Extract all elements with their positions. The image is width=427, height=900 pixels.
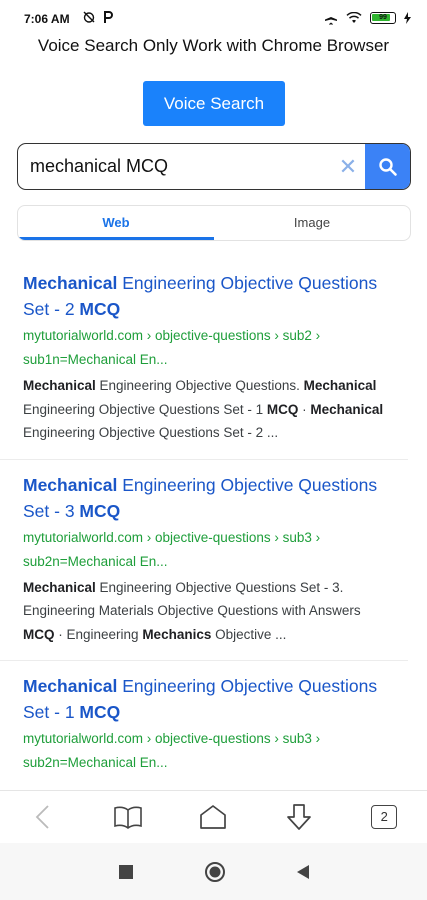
p-app-icon	[104, 11, 113, 23]
wifi-icon	[346, 12, 362, 23]
system-nav-bar	[0, 843, 427, 900]
search-input[interactable]: mechanical MCQ	[18, 156, 331, 177]
result-url[interactable]: mytutorialworld.com › objective-question…	[23, 727, 386, 775]
bookmarks-icon[interactable]	[108, 797, 148, 837]
home-circle-icon[interactable]	[204, 861, 226, 883]
alarm-off-icon	[83, 11, 95, 23]
result-item: Mechanical Engineering Objective Questio…	[0, 460, 408, 661]
result-title[interactable]: Mechanical Engineering Objective Questio…	[23, 472, 386, 524]
result-snippet: Mechanical Engineering Objective Questio…	[23, 378, 384, 440]
back-icon[interactable]	[23, 797, 63, 837]
results-list: Mechanical Engineering Objective Questio…	[0, 258, 427, 788]
result-url[interactable]: mytutorialworld.com › objective-question…	[23, 526, 386, 574]
charging-icon	[404, 12, 411, 24]
result-title[interactable]: Mechanical Engineering Objective Questio…	[23, 673, 386, 725]
result-url[interactable]: mytutorialworld.com › objective-question…	[23, 324, 386, 372]
tab-count: 2	[371, 804, 398, 829]
download-icon[interactable]	[279, 797, 319, 837]
clear-icon[interactable]: ✕	[331, 154, 365, 180]
battery-icon: 99	[370, 12, 396, 24]
browser-bottom-nav: 2	[0, 790, 427, 842]
tab-web[interactable]: Web	[18, 206, 214, 240]
back-triangle-icon[interactable]	[296, 864, 310, 880]
airplane-icon	[325, 12, 337, 25]
voice-search-button[interactable]: Voice Search	[143, 81, 285, 126]
tabs-icon[interactable]: 2	[364, 797, 404, 837]
search-icon	[378, 157, 397, 176]
tab-image[interactable]: Image	[214, 206, 410, 240]
result-item: Mechanical Engineering Objective Questio…	[0, 258, 408, 460]
search-button[interactable]	[365, 144, 410, 189]
status-time: 7:06 AM	[24, 12, 70, 26]
result-snippet: Mechanical Engineering Objective Questio…	[23, 579, 361, 642]
browser-notice: Voice Search Only Work with Chrome Brows…	[37, 36, 390, 55]
status-bar: 7:06 AM 99	[0, 0, 427, 38]
result-tabs: Web Image	[17, 205, 411, 241]
result-item: Mechanical Engineering Objective Questio…	[0, 661, 408, 788]
home-icon[interactable]	[193, 797, 233, 837]
result-title[interactable]: Mechanical Engineering Objective Questio…	[23, 270, 386, 322]
search-bar: mechanical MCQ ✕	[17, 143, 411, 190]
recents-icon[interactable]	[118, 864, 134, 880]
